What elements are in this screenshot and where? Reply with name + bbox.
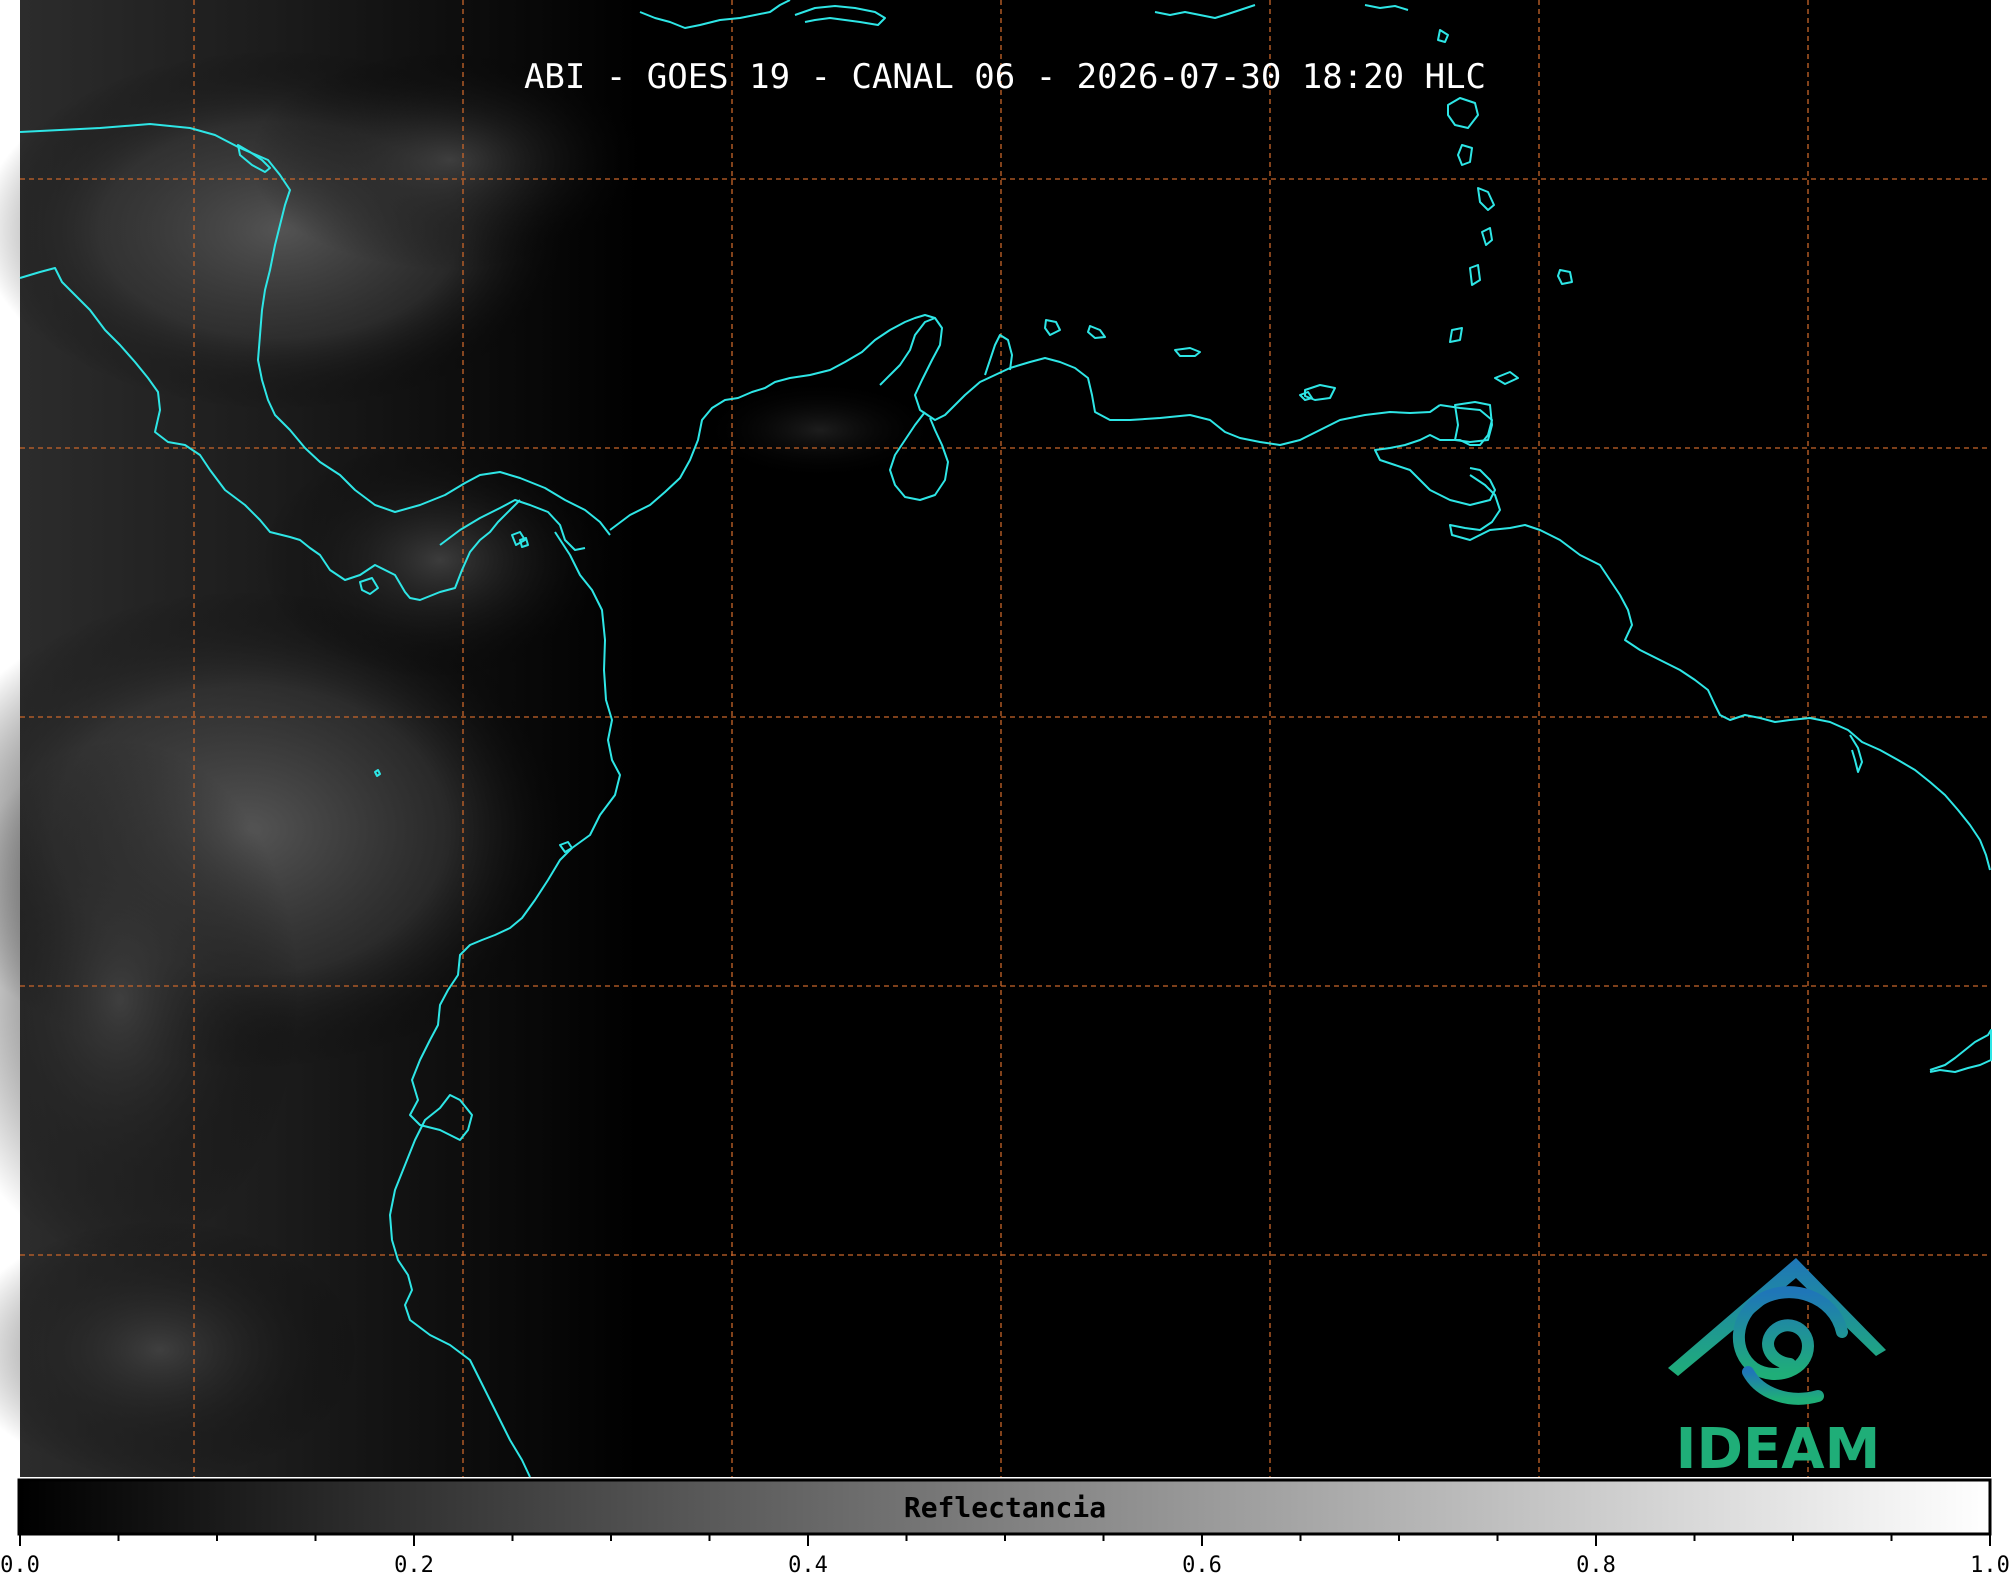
colorbar-tick-label: 1.0 (1970, 1553, 2010, 1577)
logo-text: IDEAM (1676, 1417, 1881, 1482)
colorbar-label: Reflectancia (904, 1491, 1106, 1524)
map-title: ABI - GOES 19 - CANAL 06 - 2026-07-30 18… (524, 57, 1486, 97)
colorbar-tick-label: 0.4 (788, 1553, 828, 1577)
satellite-image (0, 0, 1991, 1480)
colorbar-tick-label: 0.6 (1182, 1553, 1222, 1577)
colorbar-tick-label: 0.0 (0, 1553, 40, 1577)
satellite-map: ABI - GOES 19 - CANAL 06 - 2026-07-30 18… (0, 0, 2010, 1577)
colorbar: Reflectancia 0.0 0.2 0.4 0.6 0.8 1.0 (0, 1478, 2010, 1577)
colorbar-ticks: 0.0 0.2 0.4 0.6 0.8 1.0 (0, 1534, 2010, 1577)
colorbar-tick-label: 0.2 (394, 1553, 434, 1577)
colorbar-tick-label: 0.8 (1576, 1553, 1616, 1577)
